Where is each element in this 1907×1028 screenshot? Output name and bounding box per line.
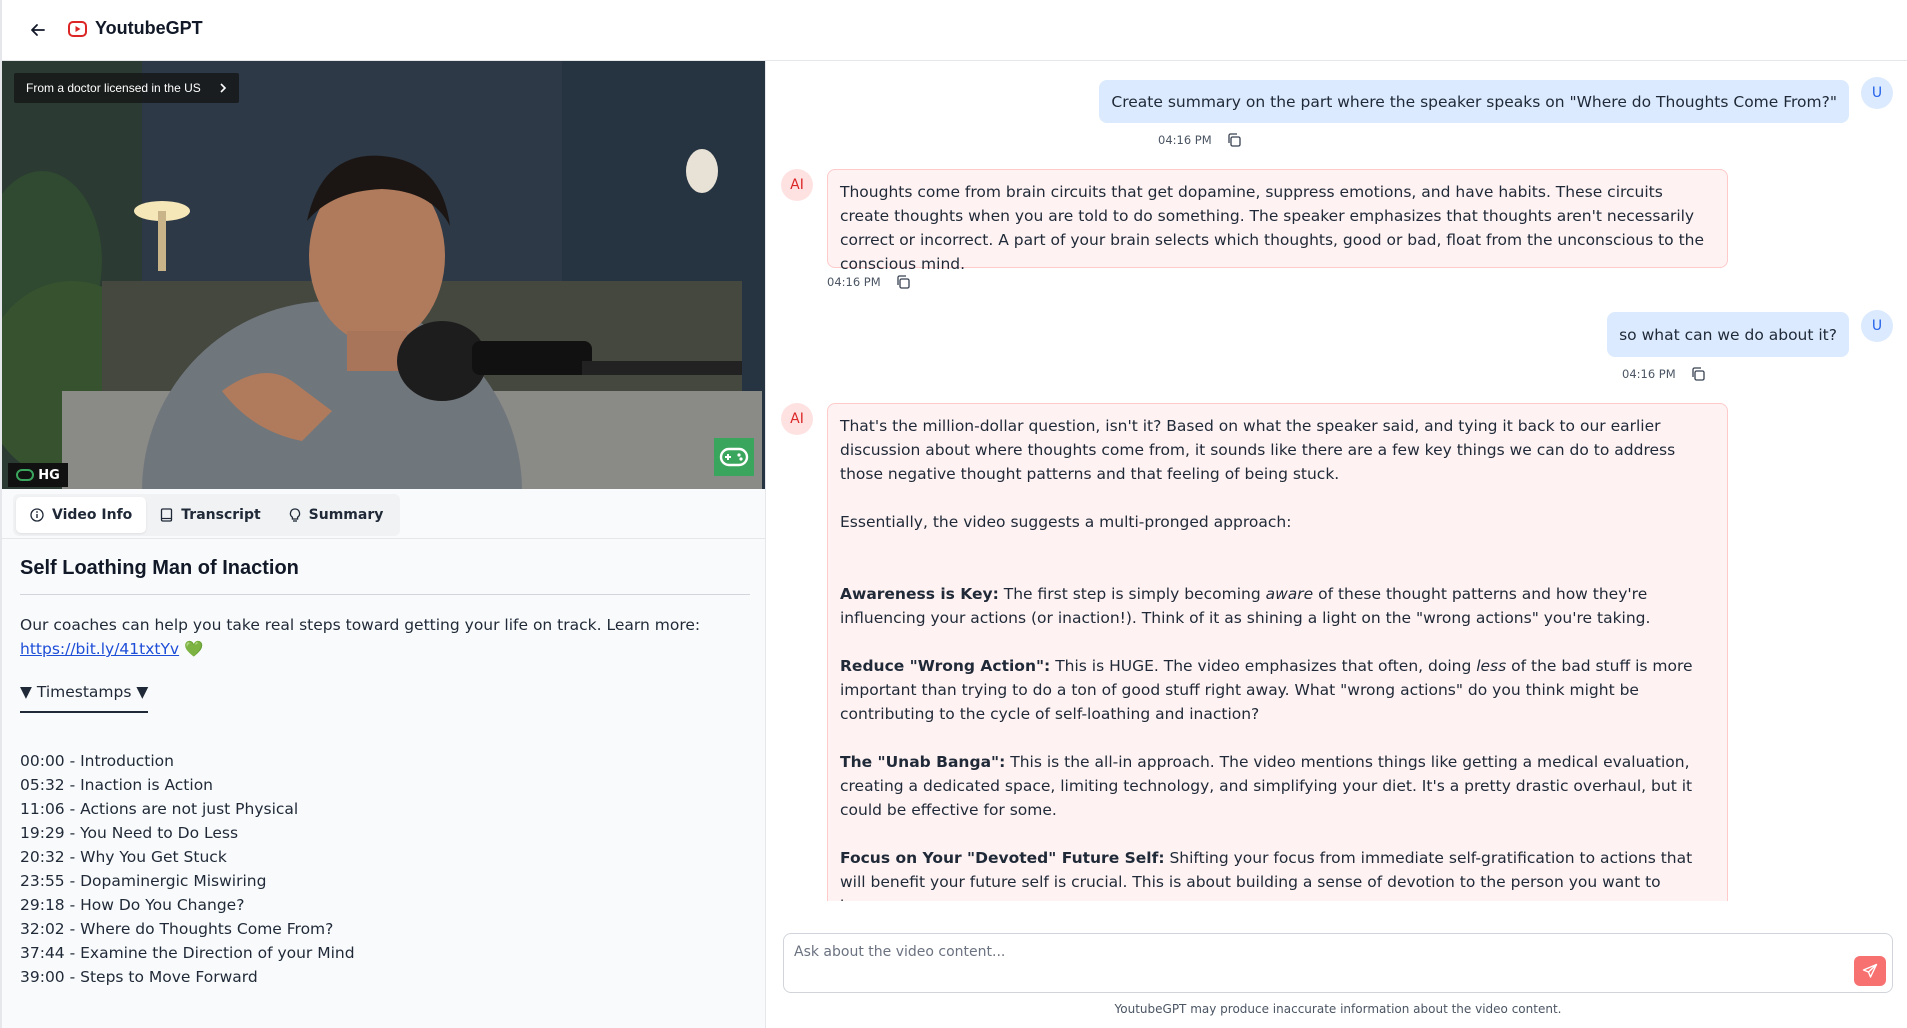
tab-label: Video Info bbox=[52, 507, 133, 523]
ai-point-emphasis: less bbox=[1476, 657, 1507, 675]
tab-video-info[interactable]: Video Info bbox=[16, 497, 147, 533]
heart-emoji: 💚 bbox=[184, 640, 204, 658]
video-frame bbox=[2, 61, 765, 489]
message-time: 04:16 PM bbox=[1158, 133, 1212, 147]
app-window: YoutubeGPT From a doctor licensed in the… bbox=[0, 0, 1907, 1028]
send-button[interactable] bbox=[1854, 956, 1886, 986]
timestamp-item: 37:44 - Examine the Direction of your Mi… bbox=[20, 944, 355, 962]
ai-message-text: Thoughts come from brain circuits that g… bbox=[840, 183, 1705, 273]
ai-point: Focus on Your "Devoted" Future Self: Shi… bbox=[840, 846, 1715, 901]
timestamp-item: 05:32 - Inaction is Action bbox=[20, 776, 214, 794]
tab-list: Video Info Transcript Summary bbox=[13, 494, 401, 536]
chat-panel: Create summary on the part where the spe… bbox=[767, 61, 1907, 1028]
tabs-bar: Video Info Transcript Summary bbox=[2, 489, 765, 539]
channel-badge: HG bbox=[8, 463, 68, 487]
chat-messages[interactable]: Create summary on the part where the spe… bbox=[767, 61, 1907, 901]
disclaimer: YoutubeGPT may produce inaccurate inform… bbox=[1114, 1002, 1562, 1016]
app-title: YoutubeGPT bbox=[95, 18, 203, 38]
timestamp-item: 20:32 - Why You Get Stuck bbox=[20, 848, 227, 866]
user-message-text: Create summary on the part where the spe… bbox=[1111, 92, 1837, 111]
user-avatar: U bbox=[1861, 77, 1893, 109]
ai-point-title: Awareness is Key: bbox=[840, 585, 999, 603]
ai-point: Awareness is Key: The first step is simp… bbox=[840, 582, 1715, 630]
timestamps-list: 00:00 - Introduction 05:32 - Inaction is… bbox=[20, 749, 750, 989]
ai-message-intro: That's the million-dollar question, isn'… bbox=[840, 417, 1676, 483]
message-meta: 04:16 PM bbox=[1158, 132, 1242, 148]
channel-badge-text: HG bbox=[38, 467, 60, 483]
youtube-icon bbox=[68, 21, 87, 37]
ai-avatar: AI bbox=[781, 169, 813, 201]
arrow-left-icon bbox=[31, 24, 45, 36]
user-message: so what can we do about it? bbox=[1607, 312, 1849, 357]
video-panel: From a doctor licensed in the US HG Vide… bbox=[2, 61, 766, 1028]
ai-point: The "Unab Banga": This is the all-in app… bbox=[840, 750, 1715, 822]
timestamp-item: 00:00 - Introduction bbox=[20, 752, 174, 770]
message-time: 04:16 PM bbox=[827, 275, 881, 289]
message-time: 04:16 PM bbox=[1622, 367, 1676, 381]
ai-message: Thoughts come from brain circuits that g… bbox=[827, 169, 1728, 273]
ai-point-title: The "Unab Banga": bbox=[840, 753, 1006, 771]
chat-input[interactable] bbox=[794, 940, 1824, 984]
ai-point: Reduce "Wrong Action": This is HUGE. The… bbox=[840, 654, 1715, 726]
message-meta: 04:16 PM bbox=[1622, 366, 1706, 382]
timestamp-item: 23:55 - Dopaminergic Miswiring bbox=[20, 872, 267, 890]
timestamp-item: 32:02 - Where do Thoughts Come From? bbox=[20, 920, 334, 938]
tab-label: Summary bbox=[308, 507, 384, 523]
gamepad-logo bbox=[714, 438, 754, 476]
info-icon bbox=[30, 508, 44, 522]
send-icon bbox=[1862, 963, 1878, 978]
chevron-right-icon bbox=[220, 83, 226, 93]
book-icon bbox=[161, 508, 173, 522]
video-description: Our coaches can help you take real steps… bbox=[20, 613, 750, 661]
user-message-text: so what can we do about it? bbox=[1619, 325, 1837, 344]
timestamp-item: 29:18 - How Do You Change? bbox=[20, 896, 245, 914]
gamepad-icon bbox=[719, 447, 749, 467]
ai-message: That's the million-dollar question, isn'… bbox=[827, 403, 1728, 901]
video-banner[interactable]: From a doctor licensed in the US bbox=[14, 73, 239, 103]
video-banner-text: From a doctor licensed in the US bbox=[26, 81, 201, 95]
ai-point-text: This is HUGE. The video emphasizes that … bbox=[1050, 657, 1477, 675]
video-player[interactable]: From a doctor licensed in the US HG bbox=[2, 61, 765, 489]
user-message: Create summary on the part where the spe… bbox=[1099, 80, 1849, 123]
timestamp-item: 19:29 - You Need to Do Less bbox=[20, 824, 239, 842]
ai-avatar: AI bbox=[781, 403, 813, 435]
top-bar: YoutubeGPT bbox=[2, 0, 1907, 61]
timestamps-toggle[interactable]: ▼ Timestamps ▼ bbox=[20, 683, 149, 713]
timestamp-item: 39:00 - Steps to Move Forward bbox=[20, 968, 258, 986]
ai-message-lead: Essentially, the video suggests a multi-… bbox=[840, 513, 1292, 531]
ai-point-title: Focus on Your "Devoted" Future Self: bbox=[840, 849, 1165, 867]
gamepad-icon bbox=[16, 469, 35, 481]
description-link[interactable]: https://​bit.ly/41txtYv bbox=[20, 640, 179, 658]
ai-point-text: The first step is simply becoming bbox=[998, 585, 1266, 603]
chat-composer bbox=[783, 933, 1893, 993]
ai-point-emphasis: aware bbox=[1265, 585, 1314, 603]
video-info: Self Loathing Man of Inaction Our coache… bbox=[20, 557, 750, 989]
copy-icon[interactable] bbox=[895, 274, 911, 290]
message-meta: 04:16 PM bbox=[827, 274, 911, 290]
back-button[interactable] bbox=[26, 18, 50, 42]
copy-icon[interactable] bbox=[1690, 366, 1706, 382]
tab-summary[interactable]: Summary bbox=[275, 497, 398, 533]
description-text: Our coaches can help you take real steps… bbox=[20, 616, 701, 634]
ai-point-title: Reduce "Wrong Action": bbox=[840, 657, 1051, 675]
lightbulb-icon bbox=[289, 507, 300, 522]
tab-label: Transcript bbox=[181, 507, 261, 523]
timestamp-item: 11:06 - Actions are not just Physical bbox=[20, 800, 299, 818]
video-title: Self Loathing Man of Inaction bbox=[20, 557, 750, 595]
user-avatar: U bbox=[1861, 310, 1893, 342]
copy-icon[interactable] bbox=[1226, 132, 1242, 148]
tab-transcript[interactable]: Transcript bbox=[146, 497, 274, 533]
